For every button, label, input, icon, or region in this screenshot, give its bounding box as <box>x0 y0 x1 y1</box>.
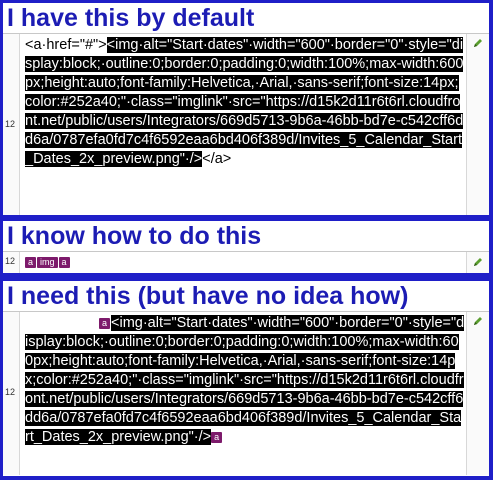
tag-img[interactable]: img <box>37 256 58 268</box>
anchor-close-text: </a> <box>202 151 232 167</box>
pencil-icon[interactable] <box>472 256 484 268</box>
img-tag-text: <img·alt="Start·dates"·width="600"·borde… <box>25 37 464 167</box>
line-number: 12 <box>5 256 16 266</box>
tag-a-close[interactable]: a <box>58 256 70 268</box>
panel-known: I know how to do this 12 a img a <box>3 221 489 273</box>
pencil-icon[interactable] <box>472 37 484 49</box>
heading-known: I know how to do this <box>7 222 262 250</box>
heading-default: I have this by default <box>7 4 255 32</box>
code-text[interactable]: <a·href="#"><img·alt="Start·dates"·width… <box>25 36 465 169</box>
tag-a-open[interactable]: a <box>25 256 37 268</box>
editor-row[interactable]: 12 a <img·alt="Start·dates"·width="600"·b… <box>3 312 489 475</box>
pencil-icon[interactable] <box>472 315 484 327</box>
editor-row[interactable]: 12 a img a <box>3 252 489 273</box>
panel-needed: I need this (but have no idea how) 12 a <… <box>3 281 489 476</box>
tag-a-close[interactable]: a <box>211 431 223 443</box>
heading-needed: I need this (but have no idea how) <box>7 282 409 310</box>
tag-a-open[interactable]: a <box>99 317 111 329</box>
row-actions <box>466 252 489 273</box>
code-text[interactable]: a <img·alt="Start·dates"·width="600"·bord… <box>25 314 465 447</box>
editor-row[interactable]: 12 <a·href="#"><img·alt="Start·dates"·wi… <box>3 34 489 215</box>
img-tag-text: <img·alt="Start·dates"·width="600"·borde… <box>25 315 465 445</box>
line-number: 12 <box>5 387 16 397</box>
row-actions <box>466 312 489 475</box>
panel-default: I have this by default 12 <a·href="#"><i… <box>3 3 489 215</box>
line-gutter: 12 <box>3 34 20 215</box>
row-actions <box>466 34 489 215</box>
line-number: 12 <box>5 119 16 129</box>
line-gutter: 12 <box>3 252 20 273</box>
anchor-open-text: <a·href="#"> <box>25 37 107 53</box>
tag-view[interactable]: a img a <box>25 255 465 269</box>
line-gutter: 12 <box>3 312 20 475</box>
